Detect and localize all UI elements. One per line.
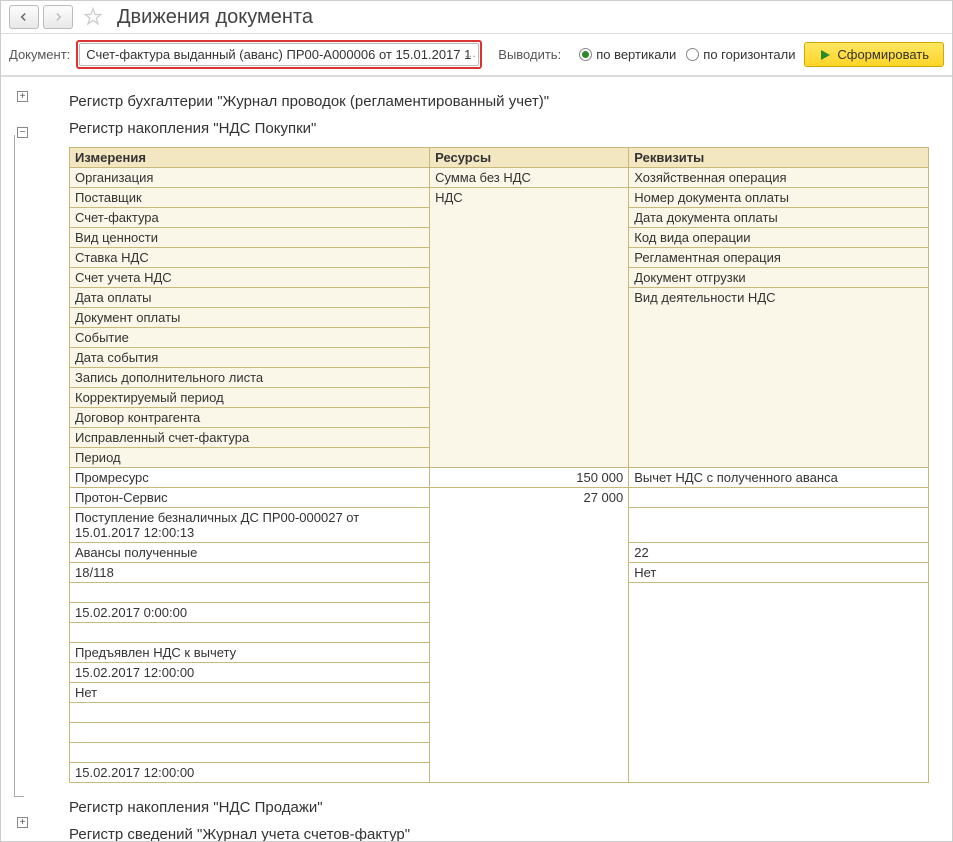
cell: Регламентная операция — [629, 248, 929, 268]
section-title-2: Регистр накопления "НДС Покупки" — [69, 120, 940, 137]
play-icon — [819, 49, 831, 61]
toolbar: Документ: … Выводить: по вертикали по го… — [1, 34, 952, 76]
tree-line-icon — [14, 135, 24, 797]
report-body: + − + + + Регистр бухгалтерии "Журнал пр… — [1, 76, 952, 841]
radio-horizontal[interactable]: по горизонтали — [686, 47, 795, 62]
radio-vertical[interactable]: по вертикали — [579, 47, 676, 62]
cell — [70, 743, 430, 763]
cell — [629, 488, 929, 508]
col-header-dimensions: Измерения — [70, 148, 430, 168]
cell: Протон-Сервис — [70, 488, 430, 508]
nav-back-button[interactable] — [9, 5, 39, 29]
titlebar: Движения документа — [1, 1, 952, 34]
radio-horizontal-label: по горизонтали — [703, 47, 795, 62]
cell: Авансы полученные — [70, 543, 430, 563]
cell: Хозяйственная операция — [629, 168, 929, 188]
cell: Счет-фактура — [70, 208, 430, 228]
tree-gutter: + − + + + — [1, 77, 39, 841]
col-header-resources: Ресурсы — [430, 148, 629, 168]
cell — [70, 623, 430, 643]
section-title-1: Регистр бухгалтерии "Журнал проводок (ре… — [69, 93, 940, 110]
cell — [70, 723, 430, 743]
table-row: ПоставщикНДСНомер документа оплаты — [70, 188, 929, 208]
cell: Дата события — [70, 348, 430, 368]
document-field-highlight: … — [76, 40, 482, 69]
cell: Дата оплаты — [70, 288, 430, 308]
cell: Организация — [70, 168, 430, 188]
cell: Поступление безналичных ДС ПР00-000027 о… — [70, 508, 430, 543]
cell: НДС — [430, 188, 629, 468]
app-window: Движения документа Документ: … Выводить:… — [0, 0, 953, 842]
cell: Дата документа оплаты — [629, 208, 929, 228]
cell: Код вида операции — [629, 228, 929, 248]
section-title-4: Регистр сведений "Журнал учета счетов-фа… — [69, 826, 940, 841]
register-table: Измерения Ресурсы Реквизиты ОрганизацияС… — [69, 147, 929, 783]
cell: Вид ценности — [70, 228, 430, 248]
run-button-label: Сформировать — [837, 47, 929, 62]
table-row: Промресурс150 000Вычет НДС с полученного… — [70, 468, 929, 488]
arrow-left-icon — [17, 10, 31, 24]
run-button[interactable]: Сформировать — [804, 42, 944, 67]
cell: Документ оплаты — [70, 308, 430, 328]
cell: 15.02.2017 12:00:00 — [70, 763, 430, 783]
document-input[interactable] — [79, 43, 479, 66]
cell: Корректируемый период — [70, 388, 430, 408]
cell — [629, 583, 929, 783]
cell: 15.02.2017 0:00:00 — [70, 603, 430, 623]
section-title-3: Регистр накопления "НДС Продажи" — [69, 799, 940, 816]
cell: Период — [70, 448, 430, 468]
col-header-attributes: Реквизиты — [629, 148, 929, 168]
cell: 27 000 — [430, 488, 629, 783]
cell: Ставка НДС — [70, 248, 430, 268]
table-row: Протон-Сервис27 000 — [70, 488, 929, 508]
cell: Нет — [70, 683, 430, 703]
cell — [70, 583, 430, 603]
cell: Исправленный счет-фактура — [70, 428, 430, 448]
document-label: Документ: — [9, 47, 70, 62]
cell: 15.02.2017 12:00:00 — [70, 663, 430, 683]
expand-toggle-3[interactable]: + — [17, 817, 28, 828]
radio-vertical-label: по вертикали — [596, 47, 676, 62]
cell: Нет — [629, 563, 929, 583]
document-picker-button[interactable]: … — [464, 46, 476, 60]
table-row: ОрганизацияСумма без НДСХозяйственная оп… — [70, 168, 929, 188]
favorite-icon[interactable] — [81, 5, 105, 29]
cell: 18/118 — [70, 563, 430, 583]
cell: 22 — [629, 543, 929, 563]
output-label: Выводить: — [498, 47, 561, 62]
cell: 150 000 — [430, 468, 629, 488]
cell: Номер документа оплаты — [629, 188, 929, 208]
output-orientation-group: по вертикали по горизонтали — [579, 47, 795, 62]
nav-forward-button[interactable] — [43, 5, 73, 29]
radio-unchecked-icon — [686, 48, 699, 61]
expand-toggle-1[interactable]: + — [17, 91, 28, 102]
table-header-row: Измерения Ресурсы Реквизиты — [70, 148, 929, 168]
cell: Сумма без НДС — [430, 168, 629, 188]
page-title: Движения документа — [117, 6, 313, 29]
cell: Предъявлен НДС к вычету — [70, 643, 430, 663]
cell: Вычет НДС с полученного аванса — [629, 468, 929, 488]
cell: Промресурс — [70, 468, 430, 488]
cell: Счет учета НДС — [70, 268, 430, 288]
content-column: Регистр бухгалтерии "Журнал проводок (ре… — [39, 77, 952, 841]
cell: Запись дополнительного листа — [70, 368, 430, 388]
cell — [70, 703, 430, 723]
arrow-right-icon — [51, 10, 65, 24]
cell — [629, 508, 929, 543]
radio-checked-icon — [579, 48, 592, 61]
cell: Документ отгрузки — [629, 268, 929, 288]
cell: Поставщик — [70, 188, 430, 208]
cell: Договор контрагента — [70, 408, 430, 428]
cell: Вид деятельности НДС — [629, 288, 929, 468]
cell: Событие — [70, 328, 430, 348]
